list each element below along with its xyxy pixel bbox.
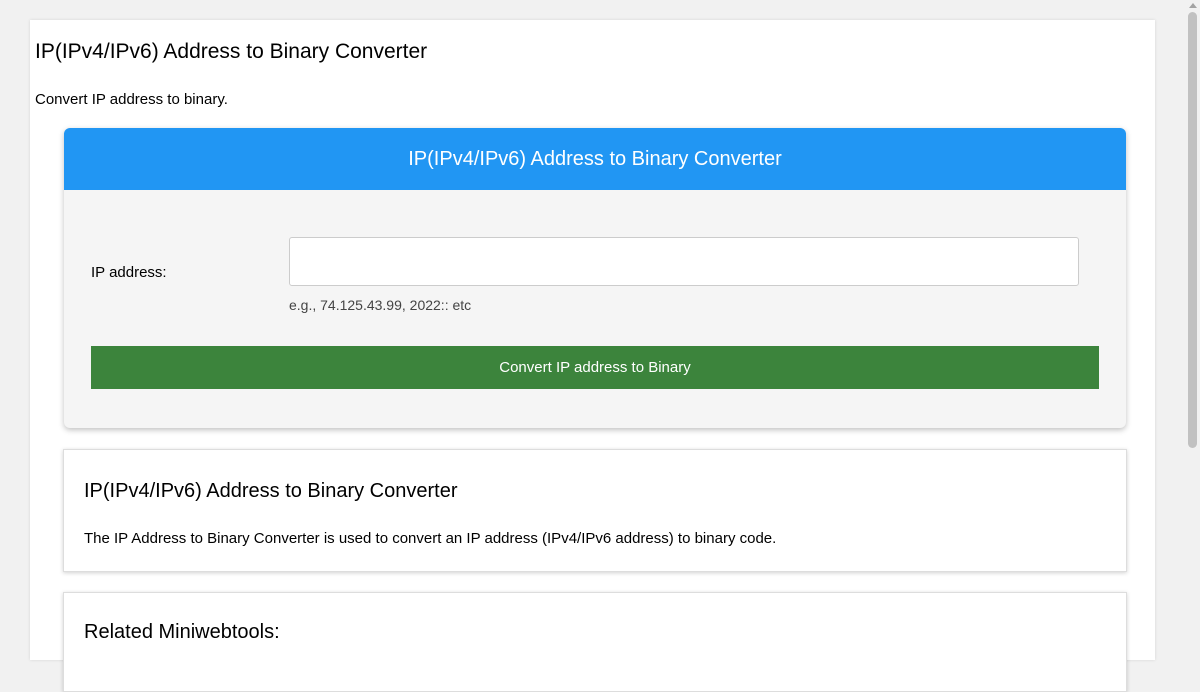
- related-card: Related Miniwebtools:: [63, 592, 1127, 692]
- scrollbar-thumb[interactable]: [1188, 12, 1197, 448]
- page-description: Convert IP address to binary.: [35, 91, 228, 108]
- related-title: Related Miniwebtools:: [84, 621, 280, 643]
- info-card: IP(IPv4/IPv6) Address to Binary Converte…: [63, 449, 1127, 572]
- page-container: IP(IPv4/IPv6) Address to Binary Converte…: [30, 20, 1155, 692]
- scroll-up-arrow-icon[interactable]: [1189, 3, 1197, 8]
- convert-button[interactable]: Convert IP address to Binary: [91, 346, 1099, 389]
- ip-address-input[interactable]: [289, 237, 1079, 286]
- converter-header: IP(IPv4/IPv6) Address to Binary Converte…: [64, 128, 1126, 190]
- ip-address-hint: e.g., 74.125.43.99, 2022:: etc: [289, 297, 472, 313]
- info-text: The IP Address to Binary Converter is us…: [84, 530, 777, 547]
- converter-card: IP(IPv4/IPv6) Address to Binary Converte…: [64, 128, 1126, 428]
- ip-address-label: IP address:: [91, 264, 167, 281]
- page-title: IP(IPv4/IPv6) Address to Binary Converte…: [35, 40, 428, 63]
- info-title: IP(IPv4/IPv6) Address to Binary Converte…: [84, 480, 458, 502]
- vertical-scrollbar[interactable]: [1185, 0, 1200, 630]
